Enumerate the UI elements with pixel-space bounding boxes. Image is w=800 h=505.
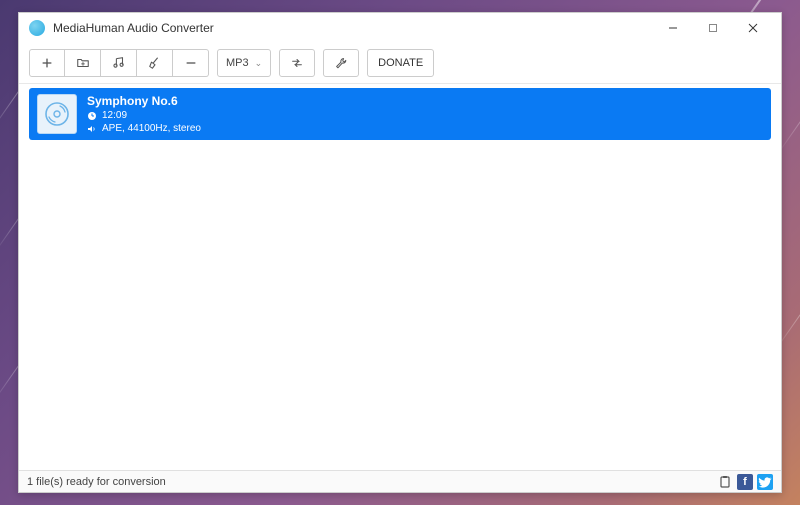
track-duration-row: 12:09 xyxy=(87,110,201,121)
add-tracks-button[interactable] xyxy=(101,49,137,77)
facebook-icon: f xyxy=(743,476,747,488)
twitter-icon xyxy=(757,474,773,490)
wrench-icon xyxy=(334,56,348,70)
format-select[interactable]: MP3 ⌄ xyxy=(217,49,271,77)
speaker-icon xyxy=(87,124,97,134)
format-label: MP3 xyxy=(226,57,249,69)
settings-button[interactable] xyxy=(323,49,359,77)
app-icon xyxy=(29,20,45,36)
convert-icon xyxy=(290,56,304,70)
disc-icon xyxy=(44,101,70,127)
toolbar-group-settings xyxy=(323,49,359,77)
chevron-down-icon: ⌄ xyxy=(255,58,263,69)
app-window: MediaHuman Audio Converter xyxy=(18,12,782,493)
add-folder-button[interactable] xyxy=(65,49,101,77)
donate-label: DONATE xyxy=(378,57,423,69)
twitter-button[interactable] xyxy=(757,474,773,490)
toolbar: MP3 ⌄ DONATE xyxy=(19,43,781,84)
clear-button[interactable] xyxy=(137,49,173,77)
toolbar-group-file xyxy=(29,49,209,77)
titlebar: MediaHuman Audio Converter xyxy=(19,13,781,43)
statusbar: 1 file(s) ready for conversion f xyxy=(19,470,781,492)
window-controls xyxy=(653,14,773,42)
close-icon xyxy=(748,23,758,33)
track-format: APE, 44100Hz, stereo xyxy=(102,123,201,134)
donate-button[interactable]: DONATE xyxy=(367,49,434,77)
broom-icon xyxy=(148,56,162,70)
music-list-icon xyxy=(112,56,126,70)
maximize-icon xyxy=(708,23,718,33)
paste-link-button[interactable] xyxy=(717,474,733,490)
track-item[interactable]: Symphony No.6 12:09 APE, 44100Hz, stereo xyxy=(29,88,771,140)
clock-icon xyxy=(87,111,97,121)
window-title: MediaHuman Audio Converter xyxy=(53,21,653,35)
add-file-button[interactable] xyxy=(29,49,65,77)
convert-button[interactable] xyxy=(279,49,315,77)
minus-icon xyxy=(184,56,198,70)
toolbar-group-convert xyxy=(279,49,315,77)
track-title: Symphony No.6 xyxy=(87,94,201,108)
track-duration: 12:09 xyxy=(102,110,127,121)
track-info: Symphony No.6 12:09 APE, 44100Hz, stereo xyxy=(87,94,201,134)
minimize-icon xyxy=(668,23,678,33)
maximize-button[interactable] xyxy=(693,14,733,42)
close-button[interactable] xyxy=(733,14,773,42)
minimize-button[interactable] xyxy=(653,14,693,42)
track-list: Symphony No.6 12:09 APE, 44100Hz, stereo xyxy=(19,84,781,470)
status-text: 1 file(s) ready for conversion xyxy=(27,476,166,488)
folder-add-icon xyxy=(76,56,90,70)
clipboard-icon xyxy=(718,475,732,489)
social-links: f xyxy=(717,474,773,490)
track-album-art xyxy=(37,94,77,134)
remove-button[interactable] xyxy=(173,49,209,77)
plus-icon xyxy=(40,56,54,70)
facebook-button[interactable]: f xyxy=(737,474,753,490)
track-format-row: APE, 44100Hz, stereo xyxy=(87,123,201,134)
